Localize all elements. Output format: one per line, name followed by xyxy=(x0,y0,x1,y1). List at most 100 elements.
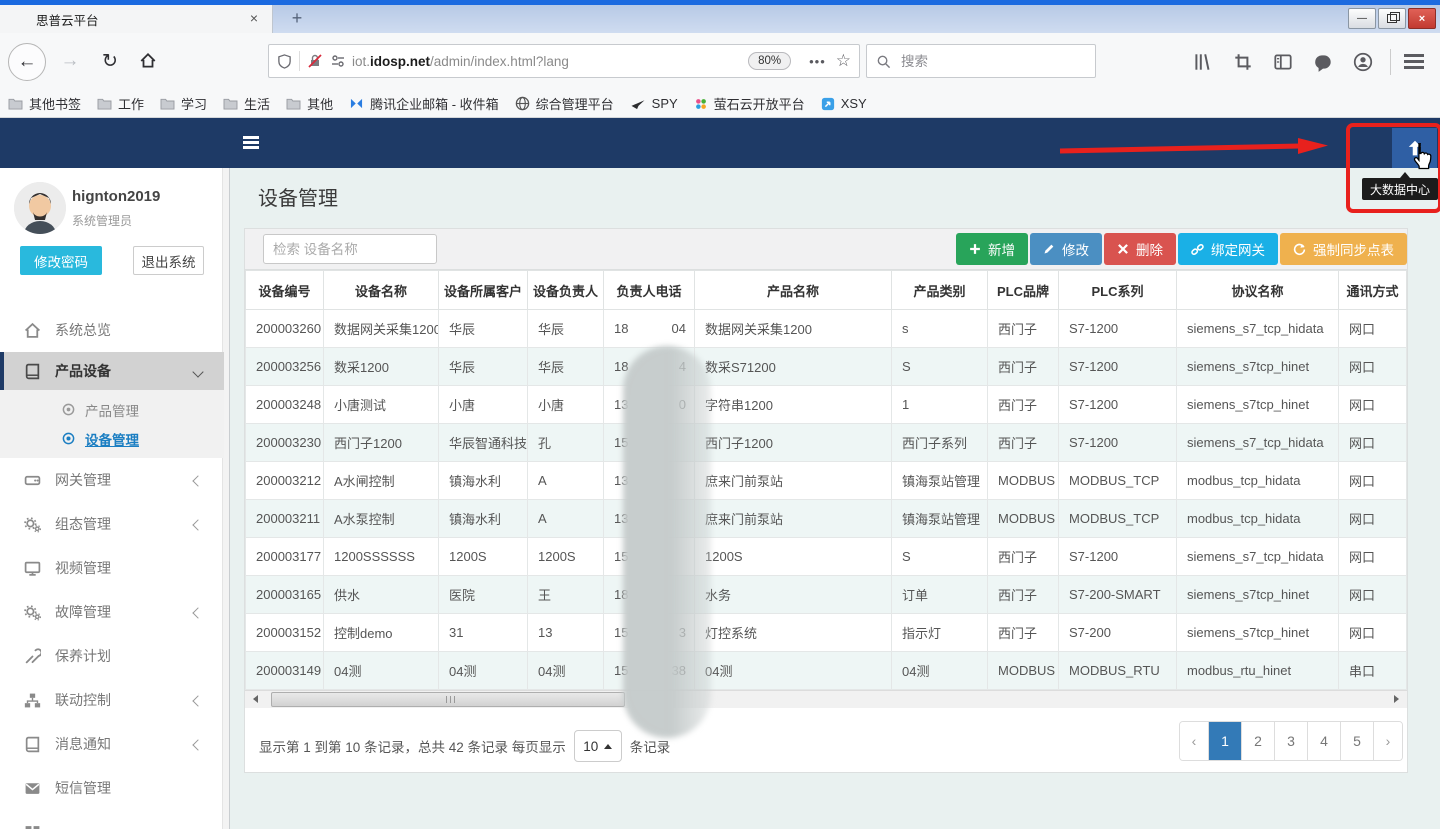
delete-button[interactable]: 删除 xyxy=(1104,233,1176,265)
table-header-cell[interactable]: 产品类别 xyxy=(892,271,988,310)
bookmark-folder[interactable]: 其他书签 xyxy=(8,94,81,113)
sidebar-item-device-mgmt[interactable]: 设备管理 xyxy=(0,424,224,453)
table-row[interactable]: 200003248 小唐测试 小唐 小唐 130 字符串1200 1 西门子 S… xyxy=(246,386,1407,424)
prev-page-button[interactable]: ‹ xyxy=(1180,722,1208,760)
table-row[interactable]: 200003149 04测 04测 04测 1538 04测 04测 MODBU… xyxy=(246,652,1407,690)
back-button[interactable]: ← xyxy=(8,43,46,81)
home-button[interactable] xyxy=(130,43,166,79)
bookmark-star-icon[interactable]: ☆ xyxy=(836,51,851,71)
cell-customer: 1200S xyxy=(439,538,528,576)
table-row[interactable]: 200003177 1200SSSSSS 1200S 1200S 15 1200… xyxy=(246,538,1407,576)
menu-button[interactable] xyxy=(1404,54,1424,68)
sidebar-item-fault[interactable]: 故障管理 xyxy=(0,590,224,634)
sidebar-item-maintenance[interactable]: 保养计划 xyxy=(0,634,224,678)
horizontal-scrollbar[interactable] xyxy=(245,690,1407,708)
window-minimize-button[interactable]: — xyxy=(1348,8,1376,29)
lock-slash-icon[interactable] xyxy=(307,53,323,69)
page-button[interactable]: 3 xyxy=(1274,722,1307,760)
sidebar-item-product-mgmt[interactable]: 产品管理 xyxy=(0,395,224,424)
table-header-cell[interactable]: PLC品牌 xyxy=(988,271,1059,310)
account-icon[interactable] xyxy=(1352,51,1374,73)
url-bar[interactable]: iot.idosp.net/admin/index.html?lang 80% … xyxy=(268,44,860,78)
sidebar-item-product-device[interactable]: 产品设备 xyxy=(0,352,224,390)
table-header-cell[interactable]: 产品名称 xyxy=(695,271,892,310)
bookmark-folder[interactable]: 学习 xyxy=(160,94,207,113)
table-row[interactable]: 200003152 控制demo 31 13 153 灯控系统 指示灯 西门子 … xyxy=(246,614,1407,652)
device-search-input[interactable] xyxy=(263,234,437,264)
bookmark-folder[interactable]: 生活 xyxy=(223,94,270,113)
bind-gateway-button[interactable]: 绑定网关 xyxy=(1178,233,1278,265)
cell-device-id: 200003149 xyxy=(246,652,324,690)
cell-category: 1 xyxy=(892,386,988,424)
toolbar-divider xyxy=(1390,49,1391,75)
page-size-select[interactable]: 10 xyxy=(574,730,622,762)
sidebar-item-notice[interactable]: 消息通知 xyxy=(0,722,224,766)
cell-plc-brand: 西门子 xyxy=(988,538,1059,576)
bookmark-folder[interactable]: 其他 xyxy=(286,94,333,113)
table-header-cell[interactable]: 设备编号 xyxy=(246,271,324,310)
add-button[interactable]: 新增 xyxy=(956,233,1028,265)
bookmark-item[interactable]: XSY xyxy=(821,96,867,111)
table-header-cell[interactable]: 设备负责人 xyxy=(528,271,604,310)
permissions-icon[interactable] xyxy=(330,53,346,69)
page-button[interactable]: 2 xyxy=(1241,722,1274,760)
sidebars-icon[interactable] xyxy=(1272,51,1294,73)
bookmark-item[interactable]: 萤石云开放平台 xyxy=(694,94,805,113)
table-header-cell[interactable]: PLC系列 xyxy=(1059,271,1177,310)
bookmark-item[interactable]: 腾讯企业邮箱 - 收件箱 xyxy=(349,94,499,113)
chat-icon[interactable] xyxy=(1312,51,1334,73)
screenshot-icon[interactable] xyxy=(1232,51,1254,73)
table-header-cell[interactable]: 通讯方式 xyxy=(1339,271,1407,310)
sidebar-item-partial[interactable] xyxy=(0,810,224,829)
forward-button[interactable]: → xyxy=(52,43,88,79)
pagination-row: 显示第 1 到第 10 条记录，总共 42 条记录 每页显示 10 条记录 ‹ … xyxy=(245,708,1407,772)
reload-button[interactable]: ↻ xyxy=(92,43,128,79)
change-password-button[interactable]: 修改密码 xyxy=(20,246,102,275)
sidebar-toggle-button[interactable] xyxy=(243,136,259,149)
table-row[interactable]: 200003260 数据网关采集1200 华辰 华辰 1804 数据网关采集12… xyxy=(246,310,1407,348)
tencent-mail-icon xyxy=(349,97,364,110)
scroll-right-arrow[interactable] xyxy=(1388,691,1405,707)
sidebar-item-linkage[interactable]: 联动控制 xyxy=(0,678,224,722)
table-row[interactable]: 200003256 数采1200 华辰 华辰 184 数采S71200 S 西门… xyxy=(246,348,1407,386)
zoom-badge[interactable]: 80% xyxy=(748,52,791,70)
table-header-cell[interactable]: 设备名称 xyxy=(324,271,439,310)
sidebar-item-video[interactable]: 视频管理 xyxy=(0,546,224,590)
table-row[interactable]: 200003230 西门子1200 华辰智通科技 孔 15 西门子1200 西门… xyxy=(246,424,1407,462)
table-header-cell[interactable]: 设备所属客户 xyxy=(439,271,528,310)
tab-close-icon[interactable]: × xyxy=(246,11,262,27)
bookmark-folder[interactable]: 工作 xyxy=(97,94,144,113)
table-row[interactable]: 200003212 A水闸控制 镇海水利 A 13 庶来门前泵站 镇海泵站管理 … xyxy=(246,462,1407,500)
logout-button[interactable]: 退出系统 xyxy=(133,246,204,275)
sidebar-item-overview[interactable]: 系统总览 xyxy=(0,308,224,352)
page-actions-icon[interactable]: ••• xyxy=(809,54,826,69)
bookmark-item[interactable]: 综合管理平台 xyxy=(515,94,614,113)
circle-dot-icon xyxy=(62,432,75,445)
cell-plc-brand: 西门子 xyxy=(988,614,1059,652)
table-row[interactable]: 200003165 供水 医院 王 18 水务 订单 西门子 S7-200-SM… xyxy=(246,576,1407,614)
table-row[interactable]: 200003211 A水泵控制 镇海水利 A 13 庶来门前泵站 镇海泵站管理 … xyxy=(246,500,1407,538)
page-button[interactable]: 1 xyxy=(1208,722,1241,760)
browser-tab[interactable]: 思普云平台 × xyxy=(0,5,273,33)
page-button[interactable]: 4 xyxy=(1307,722,1340,760)
next-page-button[interactable]: › xyxy=(1373,722,1402,760)
force-sync-button[interactable]: 强制同步点表 xyxy=(1280,233,1407,265)
page-button[interactable]: 5 xyxy=(1340,722,1373,760)
scroll-left-arrow[interactable] xyxy=(247,691,264,707)
window-restore-button[interactable] xyxy=(1378,8,1406,29)
library-icon[interactable] xyxy=(1192,51,1214,73)
browser-search-input[interactable] xyxy=(899,53,1063,70)
browser-search-bar[interactable] xyxy=(866,44,1096,78)
table-header-cell[interactable]: 负责人电话 xyxy=(604,271,695,310)
sidebar-item-config[interactable]: 组态管理 xyxy=(0,502,224,546)
url-text[interactable]: iot.idosp.net/admin/index.html?lang xyxy=(352,54,738,69)
new-tab-button[interactable]: + xyxy=(282,5,312,33)
table-header-cell[interactable]: 协议名称 xyxy=(1177,271,1339,310)
window-close-button[interactable]: × xyxy=(1408,8,1436,29)
scroll-thumb[interactable] xyxy=(271,692,625,707)
cell-plc-brand: 西门子 xyxy=(988,348,1059,386)
sidebar-item-sms[interactable]: 短信管理 xyxy=(0,766,224,810)
bookmark-item[interactable]: SPY xyxy=(630,96,678,111)
edit-button[interactable]: 修改 xyxy=(1030,233,1102,265)
sidebar-item-gateway[interactable]: 网关管理 xyxy=(0,458,224,502)
